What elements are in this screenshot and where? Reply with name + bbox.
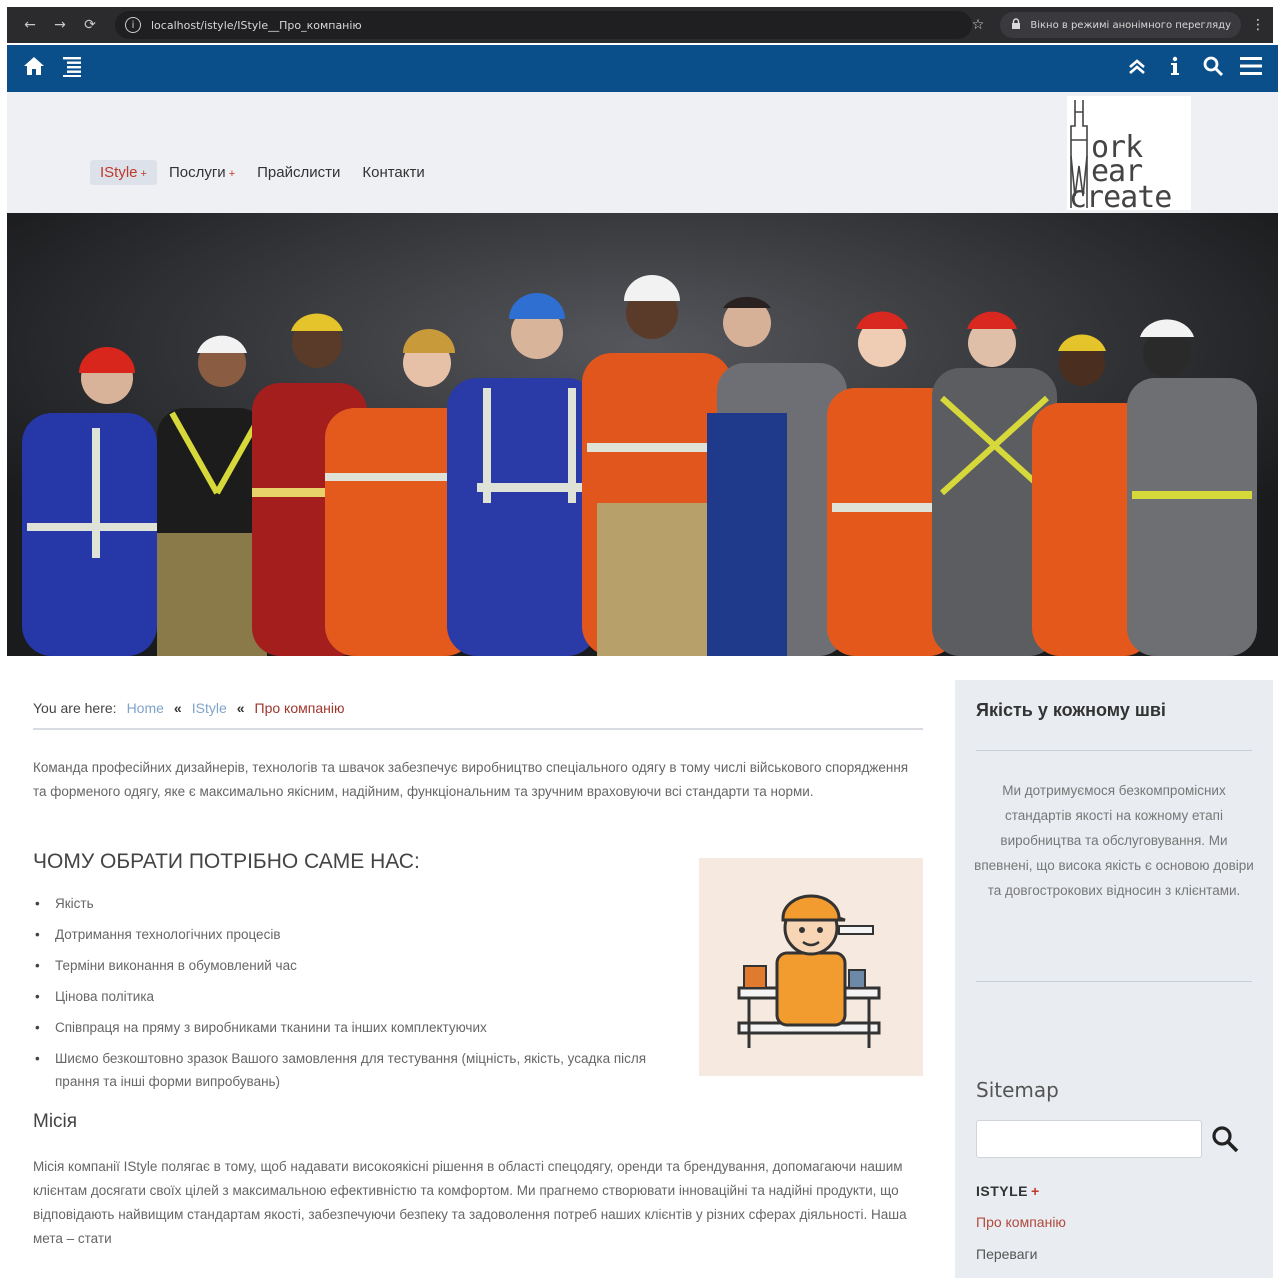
search-icon[interactable] [1210, 1124, 1240, 1154]
list-icon[interactable] [53, 54, 91, 84]
list-item: Цінова політика [33, 985, 693, 1008]
nav-item-label: Послуги [168, 164, 226, 181]
plus-icon: + [1031, 1183, 1040, 1199]
plus-icon: + [228, 168, 236, 180]
sidebar-title: Якість у кожному шві [976, 700, 1166, 720]
nav-item-services[interactable]: Послуги + [159, 160, 245, 185]
sidebar-item-about[interactable]: Про компанію [976, 1214, 1066, 1230]
sitemap-search-input[interactable] [976, 1120, 1202, 1158]
breadcrumb-separator: « [173, 700, 182, 716]
reload-icon[interactable]: ⟳ [75, 17, 105, 33]
divider [976, 750, 1252, 751]
list-item: Співпраця на пряму з виробниками тканини… [33, 1016, 693, 1039]
breadcrumb-istyle-link[interactable]: IStyle [192, 700, 227, 716]
list-item: Терміни виконання в обумовлений час [33, 954, 693, 977]
bookmark-star-icon[interactable]: ☆ [972, 17, 985, 33]
address-url[interactable]: localhost/istyle/IStyle__Про_компанію [151, 19, 962, 32]
site-info-icon[interactable]: i [125, 17, 141, 33]
nav-item-label: Прайслисти [257, 164, 341, 181]
list-item: Дотримання технологічних процесів [33, 923, 693, 946]
sidebar: Якість у кожному шві Ми дотримуємося без… [955, 680, 1273, 1278]
why-us-list: Якість Дотримання технологічних процесів… [33, 892, 693, 1093]
sidebar-item-advantages[interactable]: Переваги [976, 1246, 1037, 1262]
site-topbar [7, 45, 1278, 92]
main-nav: IStyle + Послуги + Прайслисти Контакти [90, 160, 437, 185]
forward-icon[interactable]: → [45, 17, 75, 33]
browser-toolbar: ← → ⟳ i localhost/istyle/IStyle__Про_ком… [7, 7, 1273, 43]
browser-menu-icon[interactable]: ⋮ [1251, 17, 1265, 33]
divider [33, 728, 923, 730]
incognito-icon [1010, 17, 1022, 33]
site-logo[interactable]: ork ear create [1067, 96, 1191, 215]
address-bar[interactable]: i localhost/istyle/IStyle__Про_компанію [115, 11, 972, 39]
breadcrumb-home-link[interactable]: Home [127, 700, 164, 716]
list-item: Шиємо безкоштовно зразок Вашого замовлен… [33, 1047, 693, 1093]
hamburger-icon[interactable] [1232, 55, 1270, 83]
info-icon[interactable] [1156, 55, 1194, 83]
double-chevron-up-icon[interactable] [1118, 55, 1156, 83]
incognito-label: Вікно в режимі анонімного перегляду [1030, 19, 1231, 31]
intro-paragraph: Команда професійних дизайнерів, технолог… [33, 760, 909, 799]
search-icon[interactable] [1194, 55, 1232, 83]
list-item: Якість [33, 892, 693, 915]
nav-item-label: IStyle [100, 164, 138, 181]
sidebar-menu-label: ISTYLE [976, 1183, 1029, 1199]
hero-banner-image [7, 213, 1278, 656]
breadcrumb-current: Про компанію [254, 700, 345, 716]
divider [976, 981, 1252, 982]
mission-heading: Місія [33, 1111, 78, 1132]
tailor-illustration [699, 858, 923, 1076]
logo-line-3: create [1069, 180, 1172, 215]
nav-item-istyle[interactable]: IStyle + [90, 160, 157, 185]
home-icon[interactable] [15, 54, 53, 84]
site-header: IStyle + Послуги + Прайслисти Контакти ork… [7, 92, 1278, 213]
incognito-badge[interactable]: Вікно в режимі анонімного перегляду [1000, 12, 1241, 38]
mission-paragraph: Місія компанії IStyle полягає в тому, що… [33, 1159, 907, 1246]
nav-item-pricelists[interactable]: Прайслисти [247, 160, 350, 185]
nav-item-contacts[interactable]: Контакти [352, 160, 434, 185]
plus-icon: + [140, 168, 147, 180]
breadcrumb-prefix: You are here: [33, 700, 117, 716]
sidebar-text: Ми дотримуємося безкомпромісних стандарт… [974, 783, 1254, 898]
breadcrumb: You are here: Home « IStyle « Про компан… [33, 700, 923, 716]
back-icon[interactable]: ← [15, 17, 45, 33]
sidebar-menu-istyle[interactable]: ISTYLE + [976, 1183, 1040, 1199]
nav-item-label: Контакти [362, 164, 425, 181]
breadcrumb-separator: « [236, 700, 245, 716]
sitemap-heading: Sitemap [976, 1078, 1059, 1102]
